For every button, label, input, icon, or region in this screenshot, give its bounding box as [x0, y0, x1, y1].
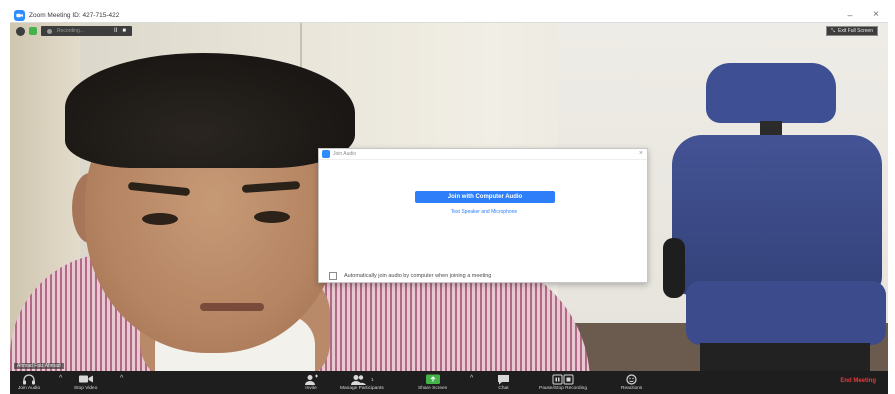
join-audio-button[interactable]: Join Audio: [18, 373, 40, 391]
auto-join-audio-option[interactable]: Automatically join audio by computer whe…: [329, 272, 491, 280]
share-screen-label: Share Screen: [418, 386, 448, 391]
recording-dot-icon: [47, 28, 52, 34]
headphones-icon: [22, 373, 36, 385]
window-title: Zoom Meeting ID: 427-715-422: [29, 11, 120, 19]
close-window-button[interactable]: ×: [870, 9, 882, 20]
encryption-lock-icon[interactable]: [29, 27, 37, 35]
dialog-title-bar: Join Audio ×: [319, 149, 647, 160]
auto-join-label: Automatically join audio by computer whe…: [344, 273, 492, 279]
stop-recording-button[interactable]: ■: [122, 28, 126, 34]
stop-video-button[interactable]: Stop Video: [74, 373, 97, 391]
chat-bubble-icon: [497, 373, 510, 385]
test-speaker-mic-link[interactable]: Test Speaker and Microphone: [319, 209, 649, 215]
exit-fullscreen-label: Exit Full Screen: [837, 28, 873, 34]
manage-participants-button[interactable]: 1 Manage Participants: [340, 373, 384, 391]
join-computer-audio-button[interactable]: Join with Computer Audio: [415, 191, 555, 203]
zoom-small-icon: [322, 150, 330, 158]
participant-eye-left: [142, 213, 178, 225]
join-audio-dialog: Join Audio × Join with Computer Audio Te…: [318, 148, 648, 283]
invite-label: Invite: [305, 386, 317, 391]
participant-count: 1: [371, 376, 374, 382]
video-options-chevron-icon[interactable]: ^: [120, 375, 123, 382]
chair-armrest: [663, 238, 685, 298]
invite-button[interactable]: Invite: [304, 373, 318, 391]
dialog-close-icon[interactable]: ×: [639, 150, 643, 157]
pause-stop-recording-button[interactable]: Pause/Stop Recording: [539, 373, 587, 391]
smiley-face-icon: [626, 373, 637, 385]
stop-video-label: Stop Video: [74, 386, 98, 391]
title-bar: Zoom Meeting ID: 427-715-422 – ×: [10, 8, 888, 23]
zoom-meeting-window: Zoom Meeting ID: 427-715-422 – × Recordi…: [10, 8, 888, 394]
dialog-title: Join Audio: [333, 151, 357, 157]
share-options-chevron-icon[interactable]: ^: [470, 375, 473, 382]
join-audio-label: Join Audio: [18, 386, 41, 391]
end-meeting-button[interactable]: End Meeting: [840, 378, 876, 384]
manage-participants-label: Manage Participants: [340, 386, 384, 391]
participant-name-label: Ahmad Faiz Ahmad: [14, 363, 64, 369]
record-controls-icon: [552, 373, 574, 385]
chat-button[interactable]: Chat: [497, 373, 510, 391]
recording-indicator: Recording... II ■: [41, 26, 132, 36]
pause-recording-button[interactable]: II: [114, 28, 117, 34]
exit-fullscreen-icon: ⤡: [830, 28, 835, 34]
recording-status: Recording...: [57, 28, 84, 34]
chair-base: [700, 343, 870, 371]
minimize-button[interactable]: –: [844, 10, 856, 20]
chat-label: Chat: [498, 386, 509, 391]
meeting-info-icon[interactable]: [16, 26, 25, 36]
participant-hair: [65, 53, 355, 168]
participant-mouth: [200, 303, 264, 311]
reactions-label: Reactions: [621, 386, 643, 391]
meeting-info-overlay: Recording... II ■: [16, 26, 132, 36]
record-label: Pause/Stop Recording: [539, 386, 587, 391]
reactions-button[interactable]: Reactions: [621, 373, 642, 391]
audio-options-chevron-icon[interactable]: ^: [59, 375, 62, 382]
chair-headrest: [706, 63, 836, 123]
meeting-toolbar: Join Audio ^ Stop Video ^ Invite 1 Manag…: [10, 371, 888, 394]
participant-eye-right: [254, 211, 290, 223]
share-screen-button[interactable]: Share Screen: [418, 373, 447, 391]
video-camera-icon: [78, 373, 94, 385]
zoom-logo-icon: [14, 9, 25, 21]
participants-icon: 1: [350, 373, 374, 385]
invite-person-icon: [304, 373, 318, 385]
auto-join-checkbox[interactable]: [329, 272, 337, 280]
chair-backrest: [672, 135, 882, 295]
exit-fullscreen-button[interactable]: ⤡ Exit Full Screen: [825, 26, 878, 36]
share-screen-icon: [425, 373, 441, 385]
chair-seat: [686, 281, 886, 345]
